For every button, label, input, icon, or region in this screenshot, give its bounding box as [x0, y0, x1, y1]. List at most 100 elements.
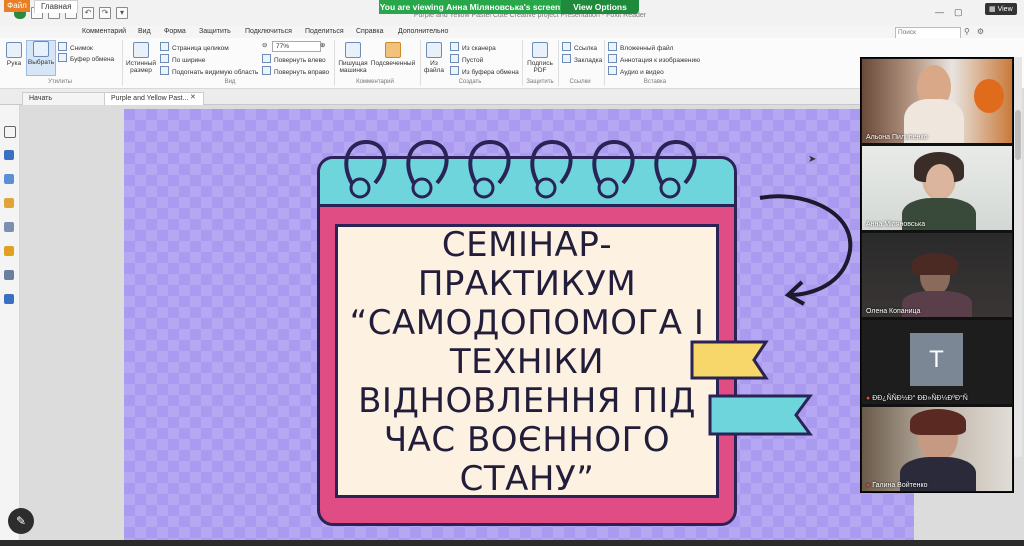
participant-hair	[910, 409, 966, 435]
rotate-right-button[interactable]: Повернуть вправо	[262, 66, 329, 76]
ribbon-separator	[122, 40, 123, 86]
menu-more[interactable]: Дополнительно	[398, 28, 448, 35]
mouse-cursor-icon: ➤	[808, 154, 817, 165]
fit-page-button[interactable]: Страница целиком	[160, 42, 229, 52]
bottom-bar	[0, 540, 1024, 546]
participant-tile[interactable]: Анна Міляновська	[862, 146, 1012, 230]
cyan-flag	[708, 394, 813, 436]
fit-visible-button[interactable]: Подогнать видимую область	[160, 66, 258, 76]
avatar: T	[910, 333, 963, 386]
comments-icon[interactable]	[4, 198, 14, 208]
hand-tool-button[interactable]: Рука	[4, 42, 24, 67]
image-annotation-button[interactable]: Аннотация к изображению	[608, 54, 700, 64]
participant-tile[interactable]: ● Галина Войтенко	[862, 407, 1012, 491]
rotate-left-icon	[262, 54, 271, 63]
group-links: Ссылки	[569, 79, 591, 85]
user-icon[interactable]	[4, 294, 14, 304]
hand-icon	[6, 42, 22, 58]
menu-bar	[0, 26, 1024, 38]
gear-icon[interactable]: ⚙	[977, 27, 984, 36]
slide-title-line: ВІДНОВЛЕННЯ ПІД	[358, 381, 696, 421]
highlight-button[interactable]: Подсвеченный	[370, 42, 416, 67]
undo-icon[interactable]: ↶	[82, 7, 94, 19]
slide-title: СЕМІНАР- ПРАКТИКУМ “САМОДОПОМОГА І ТЕХНІ…	[340, 226, 714, 499]
slide-title-line: ЧАС ВОЄННОГО	[383, 420, 671, 460]
participant-tile[interactable]: Альона Пилипенко	[862, 59, 1012, 143]
from-scanner-button[interactable]: Из сканера	[450, 42, 496, 52]
tools-icon[interactable]	[4, 270, 14, 280]
bookmark-button[interactable]: Закладка	[562, 54, 602, 64]
scrollbar-thumb[interactable]	[1015, 110, 1021, 160]
ring-hole	[473, 177, 495, 199]
search-icon[interactable]: ⚲	[964, 27, 970, 36]
participant-tile[interactable]: Олена Копаница	[862, 233, 1012, 317]
muted-mic-icon: ●	[866, 482, 871, 489]
menu-share[interactable]: Поделиться	[305, 28, 344, 35]
blank-page-icon	[450, 54, 459, 63]
typewriter-button[interactable]: Пишущая машинка	[338, 42, 368, 74]
page-thumbnails-icon[interactable]	[4, 126, 16, 138]
page-icon	[133, 42, 149, 58]
menu-extra-icons: ⚲ ⚙	[964, 27, 984, 36]
actual-size-button[interactable]: Истинный размер	[126, 42, 156, 74]
clipboard-icon	[58, 53, 67, 62]
scanner-icon	[450, 42, 459, 51]
zoom-in-icon[interactable]: ⊕	[320, 41, 325, 49]
redo-icon[interactable]: ↷	[99, 7, 111, 19]
link-button[interactable]: Ссылка	[562, 42, 597, 52]
tab-start[interactable]: Начать	[22, 92, 106, 105]
ribbon-separator	[604, 40, 605, 86]
from-file-button[interactable]: Из файла	[424, 42, 444, 74]
zoom-out-icon[interactable]: ⊖	[262, 41, 267, 49]
menu-protect[interactable]: Защитить	[199, 28, 231, 35]
fit-page-icon	[160, 42, 169, 51]
attached-file-button[interactable]: Вложенный файл	[608, 42, 673, 52]
zoom-level-input[interactable]: 77%	[272, 41, 321, 52]
group-insert: Вставка	[643, 79, 667, 85]
menu-form[interactable]: Форма	[164, 28, 186, 35]
attachment-icon[interactable]	[4, 222, 14, 232]
participant-name: Анна Міляновська	[866, 221, 926, 228]
slide-title-line: ТЕХНІКИ	[449, 342, 605, 382]
from-clipboard-button[interactable]: Из буфера обмена	[450, 66, 519, 76]
slide-title-line: СЕМІНАР-	[441, 225, 613, 265]
ring-hole	[659, 177, 681, 199]
group-protect: Защитить	[526, 79, 554, 85]
pages-icon[interactable]	[4, 150, 14, 160]
layers-icon[interactable]	[4, 174, 14, 184]
close-tab-icon[interactable]: ✕	[190, 93, 196, 101]
view-options-button[interactable]: View Options	[561, 0, 639, 14]
zoom-view-button[interactable]: ▦ View	[985, 3, 1017, 15]
menu-help[interactable]: Справка	[356, 28, 383, 35]
maximize-button[interactable]: ▢	[954, 7, 963, 18]
menu-comment[interactable]: Комментарий	[82, 28, 126, 35]
menu-file[interactable]: Файл	[4, 0, 30, 12]
audio-video-button[interactable]: Аудио и видео	[608, 66, 664, 76]
minimize-button[interactable]: —	[935, 7, 944, 18]
customize-icon[interactable]: ▾	[116, 7, 128, 19]
clipboard-button[interactable]: Буфер обмена	[58, 53, 114, 63]
menu-home[interactable]: Главная	[34, 0, 79, 13]
group-utilities: Утилиты	[48, 79, 72, 85]
navigation-sidebar	[0, 105, 20, 546]
sign-pdf-button[interactable]: Подпись PDF	[526, 42, 554, 74]
ring-hole	[349, 177, 371, 199]
tab-document[interactable]: Purple and Yellow Past...	[104, 92, 204, 105]
pen-icon[interactable]: ✎	[8, 508, 34, 534]
highlight-icon	[385, 42, 401, 58]
menu-connect[interactable]: Подключиться	[245, 28, 292, 35]
ring-hole	[597, 177, 619, 199]
link-icon	[562, 42, 571, 51]
lock-icon[interactable]	[4, 246, 14, 256]
snapshot-button[interactable]: Снимок	[58, 42, 93, 52]
menu-view[interactable]: Вид	[138, 28, 151, 35]
ring-hole	[535, 177, 557, 199]
rotate-left-button[interactable]: Повернуть влево	[262, 54, 326, 64]
blank-button[interactable]: Пустой	[450, 54, 483, 64]
ribbon-separator	[334, 40, 335, 86]
select-tool-button[interactable]: Выбрать	[26, 40, 56, 76]
group-view: Вид	[224, 79, 236, 85]
fit-width-button[interactable]: По ширине	[160, 54, 205, 64]
window-controls: — ▢	[935, 7, 963, 18]
participant-name: ● ÐÐ¿ÑÑÐ½Ð° ÐÐ»ÑÐ¼ÐºÐ°Ñ	[866, 395, 968, 402]
